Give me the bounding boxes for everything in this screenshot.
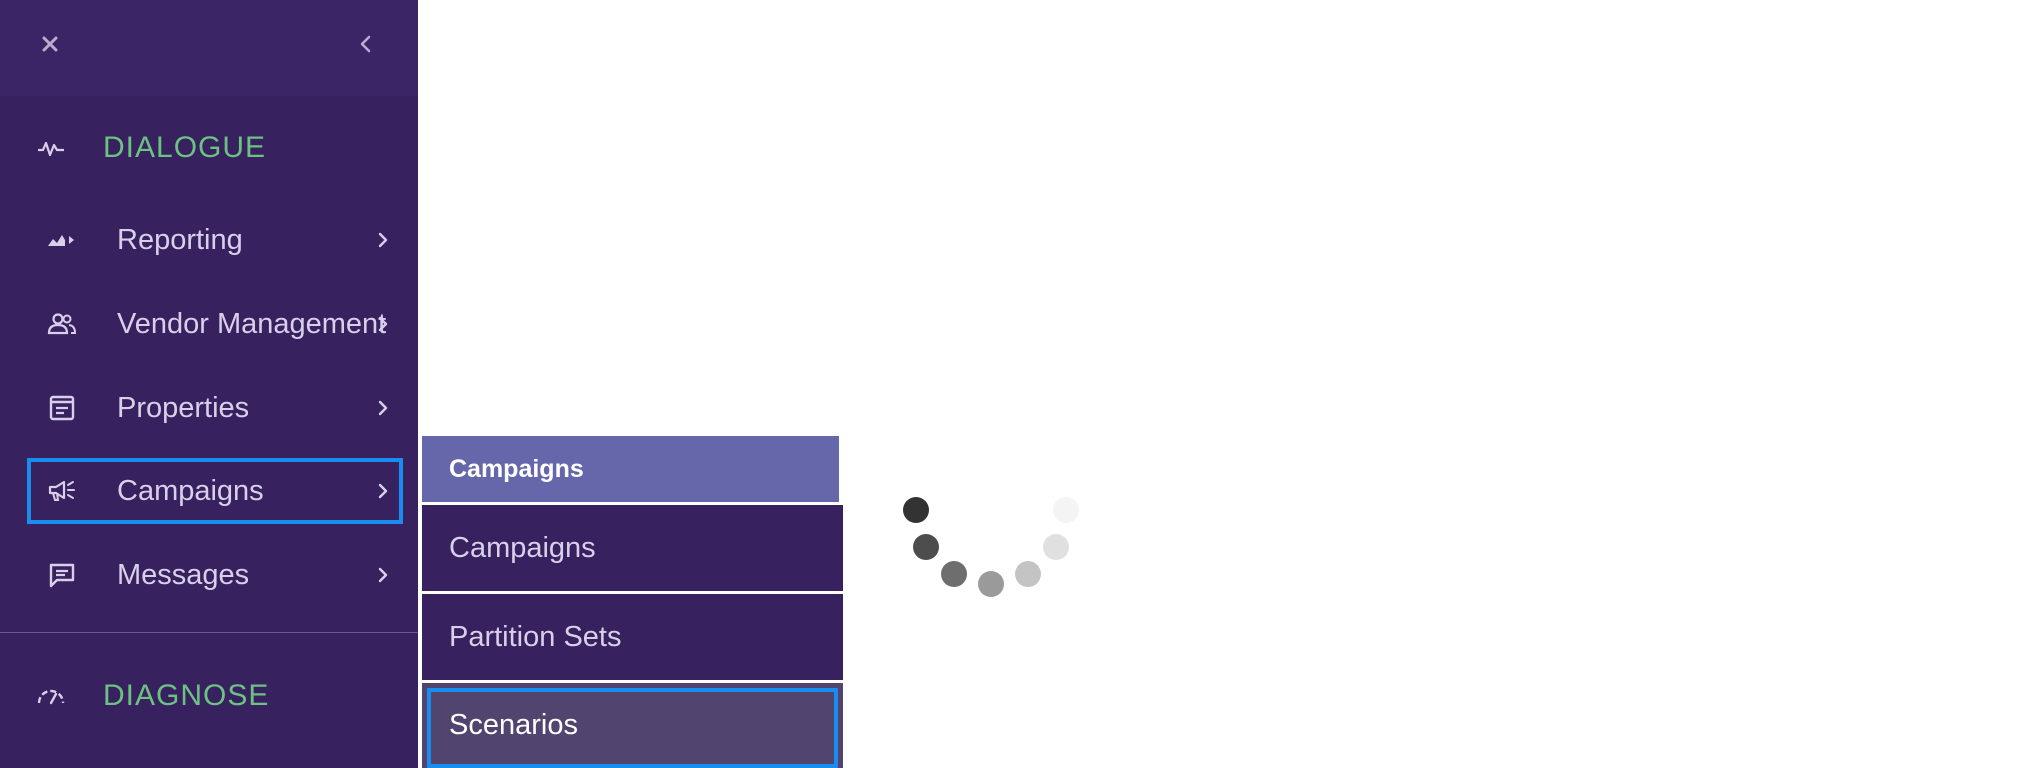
sidebar-item-messages[interactable]: Messages xyxy=(27,542,403,608)
spinner-dot xyxy=(1053,497,1079,523)
sidebar-item-campaigns[interactable]: Campaigns xyxy=(27,458,403,524)
chevron-right-icon xyxy=(371,396,395,420)
submenu-item-label: Scenarios xyxy=(449,709,578,741)
message-icon xyxy=(47,560,77,590)
sidebar-item-label: Vendor Management xyxy=(117,307,387,340)
sidebar-item-vendor-management[interactable]: Vendor Management xyxy=(27,291,403,357)
collapse-sidebar-button[interactable] xyxy=(346,26,386,66)
spinner-dot xyxy=(941,561,967,587)
chevron-left-icon xyxy=(356,34,376,59)
chevron-right-icon xyxy=(371,312,395,336)
people-icon xyxy=(47,309,77,339)
submenu-item-label: Campaigns xyxy=(449,531,596,564)
spinner-dot xyxy=(913,534,939,560)
chevron-right-icon xyxy=(371,563,395,587)
spinner-dot xyxy=(1043,534,1069,560)
sidebar: DIALOGUE Reporting Vendor Management Pro… xyxy=(0,0,418,768)
submenu-item-partition-sets[interactable]: Partition Sets xyxy=(422,594,843,680)
sidebar-item-reporting[interactable]: Reporting xyxy=(27,207,403,273)
section-dialogue[interactable]: DIALOGUE xyxy=(0,118,418,178)
spinner-dot xyxy=(978,571,1004,597)
submenu-item-campaigns[interactable]: Campaigns xyxy=(422,505,843,591)
megaphone-icon xyxy=(47,476,77,506)
chevron-right-icon xyxy=(371,479,395,503)
close-icon xyxy=(40,34,60,59)
sidebar-item-label: Properties xyxy=(117,391,250,424)
chevron-right-icon xyxy=(371,228,395,252)
chart-icon xyxy=(47,225,77,255)
section-diagnose[interactable]: DIAGNOSE xyxy=(0,666,418,726)
submenu-title: Campaigns xyxy=(422,436,839,502)
sidebar-item-label: Campaigns xyxy=(117,474,264,507)
section-label: DIAGNOSE xyxy=(103,679,270,712)
sidebar-divider xyxy=(0,632,418,633)
loading-spinner xyxy=(890,490,1090,610)
spinner-dot xyxy=(1015,561,1041,587)
sidebar-item-label: Reporting xyxy=(117,223,243,256)
sidebar-item-properties[interactable]: Properties xyxy=(27,375,403,441)
section-label: DIALOGUE xyxy=(103,131,267,164)
sidebar-header xyxy=(0,0,418,96)
close-button[interactable] xyxy=(30,26,70,66)
sidebar-item-label: Messages xyxy=(117,558,250,591)
submenu-item-label: Partition Sets xyxy=(449,620,622,653)
activity-icon xyxy=(34,131,68,165)
submenu-item-scenarios[interactable]: Scenarios xyxy=(422,683,843,768)
gauge-icon xyxy=(34,679,68,713)
document-icon xyxy=(47,393,77,423)
spinner-dot xyxy=(903,497,929,523)
